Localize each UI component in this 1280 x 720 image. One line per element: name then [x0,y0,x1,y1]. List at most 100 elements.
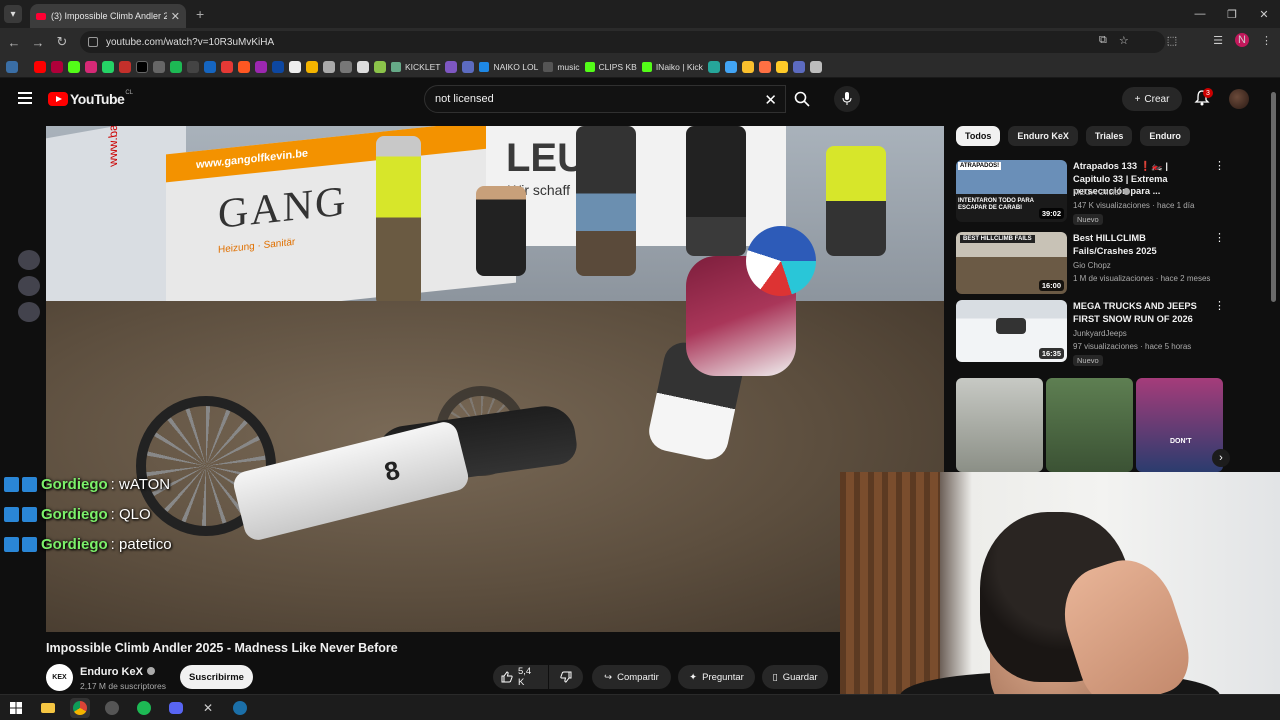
save-button[interactable]: ▯ Guardar [762,665,828,689]
bookmark-icon[interactable] [238,60,250,73]
app-icon[interactable]: ✕ [198,698,218,718]
bookmark-icon[interactable] [221,60,233,73]
bookmark-icon[interactable] [792,60,805,73]
like-button[interactable]: 5,4 K [493,665,548,689]
bookmark-naiko-lol[interactable]: NAIKO LOL [479,61,538,72]
bookmark-icon[interactable] [119,60,131,73]
video-thumbnail[interactable]: 16:35 [956,300,1067,362]
bookmark-icon[interactable] [724,60,737,73]
page-scrollbar[interactable] [1271,92,1276,302]
bookmark-clips-kb[interactable]: CLIPS KB [584,61,637,72]
chrome-icon[interactable] [70,697,90,718]
bookmark-icon[interactable] [51,60,63,73]
bookmark-kicklet[interactable]: KICKLET [391,61,440,72]
profile-avatar[interactable]: N [1235,33,1249,47]
chevron-right-icon[interactable]: › [1212,449,1230,467]
bookmark-icon[interactable] [187,60,199,73]
dislike-button[interactable] [549,665,583,689]
kick-bookmark-icon[interactable] [68,60,80,73]
menu-icon[interactable] [18,92,32,104]
more-options-icon[interactable]: ⋮ [1214,301,1225,312]
recommended-channel[interactable]: MEGA Oficial [1073,188,1130,197]
restore-button[interactable]: ❐ [1216,0,1248,28]
channel-name[interactable]: Enduro KeX [80,666,155,678]
minimize-button[interactable]: — [1184,0,1216,28]
short-video[interactable]: DON'T [1136,378,1223,472]
recommended-title[interactable]: MEGA TRUCKS AND JEEPS FIRST SNOW RUN OF … [1073,300,1203,325]
bookmark-icon[interactable] [357,60,369,73]
bookmark-icon[interactable] [306,60,318,73]
new-tab-button[interactable]: + [196,6,204,22]
more-options-icon[interactable]: ⋮ [1214,233,1225,244]
recommended-video[interactable]: ATRAPADOS! INTENTARON TODO PARA ESCAPAR … [956,160,1225,225]
close-tab-icon[interactable]: ✕ [171,10,180,23]
apps-icon[interactable] [6,60,18,73]
youtube-bookmark-icon[interactable] [34,60,46,73]
chip-todos[interactable]: Todos [956,126,1001,146]
discord-icon[interactable] [166,698,186,718]
install-app-icon[interactable]: ⧉ [1099,34,1107,47]
share-button[interactable]: ↪ Compartir [592,665,671,689]
browser-tab[interactable]: (3) Impossible Climb Andler 2025 ✕ [30,4,186,28]
bookmark-star-icon[interactable]: ☆ [1119,34,1129,47]
bookmark-icon[interactable] [707,60,720,73]
create-button[interactable]: + Crear [1122,87,1182,111]
extensions-icon[interactable]: ⬚ [1167,34,1177,47]
whatsapp-bookmark-icon[interactable] [102,60,114,73]
browser-menu-icon[interactable]: ⋮ [1261,34,1272,47]
voice-search-button[interactable] [834,86,860,112]
file-explorer-icon[interactable] [38,698,58,718]
close-window-button[interactable]: ✕ [1248,0,1280,28]
bookmark-icon[interactable] [255,60,267,73]
channel-avatar[interactable]: KEX [46,664,73,691]
chip-enduro-kex[interactable]: Enduro KeX [1008,126,1078,146]
steam-icon[interactable] [230,698,250,718]
recommended-video[interactable]: BEST HILLCLIMB FAILS 16:00 Best HILLCLIM… [956,232,1225,296]
bookmark-icon[interactable] [289,60,301,73]
bookmark-icon[interactable] [323,60,335,73]
bookmark-icon[interactable] [741,60,754,73]
recommended-video[interactable]: 16:35 MEGA TRUCKS AND JEEPS FIRST SNOW R… [956,300,1225,366]
more-options-icon[interactable]: ⋮ [1214,161,1225,172]
instagram-bookmark-icon[interactable] [85,60,97,73]
bookmark-icon[interactable] [809,60,822,73]
youtube-logo[interactable]: YouTube CL [48,90,133,107]
video-thumbnail[interactable]: BEST HILLCLIMB FAILS 16:00 [956,232,1067,294]
x-bookmark-icon[interactable] [136,60,148,73]
back-button[interactable]: ← [2,35,26,50]
recommended-channel[interactable]: Gio Chopz [1073,261,1111,270]
bookmark-inaiko-kick[interactable]: INaiko | Kick [641,61,703,72]
spotify-bookmark-icon[interactable] [170,60,182,73]
ask-button[interactable]: ✦ Preguntar [678,665,755,689]
chip-triales[interactable]: Triales [1085,126,1133,146]
bookmark-icon[interactable] [775,60,788,73]
bookmark-icon[interactable] [445,60,458,73]
url-input[interactable]: youtube.com/watch?v=10R3uMvKiHA [80,31,1165,53]
search-button[interactable] [786,85,818,113]
recommended-channel[interactable]: JunkyardJeeps [1073,329,1127,338]
bookmark-icon[interactable] [153,60,165,73]
forward-button[interactable]: → [26,35,50,50]
bookmark-icon[interactable] [272,60,284,73]
site-info-icon[interactable] [88,37,98,47]
app-icon[interactable] [102,698,122,718]
clear-search-icon[interactable]: ✕ [764,91,777,109]
account-avatar[interactable] [1229,89,1249,109]
tab-search-button[interactable]: ▾ [4,5,22,23]
bookmark-music[interactable]: music [543,61,580,72]
short-video[interactable] [1046,378,1133,472]
media-controls-icon[interactable]: ☰ [1213,34,1223,47]
short-video[interactable] [956,378,1043,472]
video-thumbnail[interactable]: ATRAPADOS! INTENTARON TODO PARA ESCAPAR … [956,160,1067,222]
video-player[interactable]: www.baures.be www.gangolfkevin.be GANG H… [46,126,944,632]
bookmark-icon[interactable] [204,60,216,73]
bookmark-icon[interactable] [340,60,352,73]
search-input[interactable]: not licensed ✕ [424,85,786,113]
spotify-icon[interactable] [134,698,154,718]
bookmark-icon[interactable] [758,60,771,73]
bookmark-icon[interactable] [462,60,475,73]
recommended-title[interactable]: Best HILLCLIMB Fails/Crashes 2025 [1073,232,1203,257]
subscribe-button[interactable]: Suscribirme [180,665,253,689]
start-windows-icon[interactable] [6,698,26,718]
reload-button[interactable]: ↻ [50,34,74,50]
